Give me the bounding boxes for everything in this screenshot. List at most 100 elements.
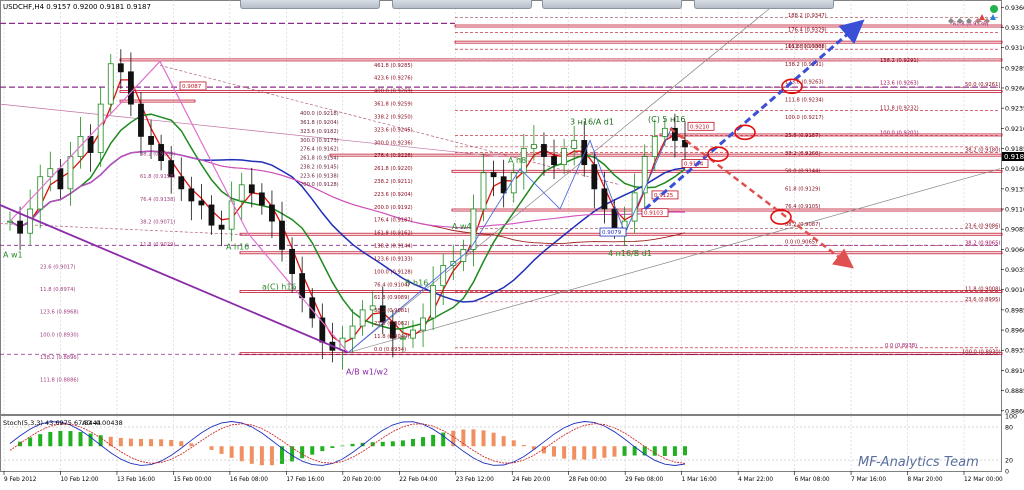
price-tick-label: 0.8985 bbox=[1005, 307, 1024, 314]
ao-bar bbox=[79, 432, 83, 446]
price-tick-label: 0.9010 bbox=[1005, 287, 1024, 294]
level-label: 11.8 (0.9029) bbox=[140, 242, 175, 248]
level-label: 38.2 (0.9089) bbox=[140, 152, 175, 158]
ao-bar bbox=[391, 441, 395, 446]
candle-body bbox=[290, 249, 295, 273]
level-label: 161.8 (0.9162) bbox=[374, 231, 413, 237]
ao-bar bbox=[68, 431, 72, 446]
level-label: 0.0 (0.8938) bbox=[885, 343, 917, 349]
candle-body bbox=[239, 185, 244, 201]
level-label: 276.4 (0.9226) bbox=[374, 153, 413, 159]
wave-label: A h16 bbox=[226, 242, 249, 251]
candle-body bbox=[481, 173, 486, 209]
level-label: 76.4 (0.9105) bbox=[785, 204, 820, 210]
price-box-label: 0.9103 bbox=[644, 211, 664, 217]
level-label: 11.8 (0.9040) bbox=[374, 334, 409, 340]
price-tick-label: 0.9160 bbox=[1005, 166, 1024, 173]
candle-body bbox=[28, 209, 33, 233]
price-tick-label: 0.9310 bbox=[1005, 45, 1024, 52]
ao-bar bbox=[381, 442, 385, 446]
level-label: 261.8 (0.9220) bbox=[374, 166, 413, 172]
level-label: 400.0 (0.9269) bbox=[374, 89, 413, 95]
ao-bar bbox=[179, 441, 183, 446]
level-label: 238.2 (0.9145) bbox=[300, 164, 339, 170]
level-label: 123.6 (0.9263) bbox=[880, 81, 919, 87]
candle-body bbox=[209, 205, 214, 225]
price-tick-label: 0.9085 bbox=[1005, 227, 1024, 234]
toolbar-tab[interactable] bbox=[240, 0, 380, 9]
ao-bar bbox=[300, 446, 304, 458]
time-tick-label: 23 Feb 12:00 bbox=[456, 477, 494, 483]
toolbar-tab[interactable] bbox=[392, 0, 532, 9]
level-label: 338.2 (0.9250) bbox=[374, 114, 413, 120]
price-tick-label: 0.9060 bbox=[1005, 247, 1024, 254]
ao-bar bbox=[38, 434, 42, 446]
ao-bar bbox=[320, 446, 324, 451]
toolbar-tab[interactable] bbox=[694, 0, 834, 9]
time-tick-label: 6 Mar 08:00 bbox=[795, 477, 830, 483]
ao-bar bbox=[220, 446, 224, 454]
toolbar-tab[interactable] bbox=[542, 0, 682, 9]
ao-bar bbox=[502, 436, 506, 446]
level-label: 100.0 (0.8930) bbox=[962, 349, 1001, 355]
price-box-label: 0.9210 bbox=[690, 124, 710, 130]
ao-bar bbox=[612, 446, 616, 456]
candle-body bbox=[552, 157, 557, 165]
level-label: 200.0 (0.9128) bbox=[300, 182, 339, 188]
ao-bar bbox=[189, 443, 193, 446]
ao-bar bbox=[149, 439, 153, 446]
level-label: 276.4 (0.9162) bbox=[300, 147, 339, 153]
time-tick-label: 10 Feb 12:00 bbox=[60, 477, 98, 483]
candle-body bbox=[531, 144, 536, 148]
candle-body bbox=[219, 225, 224, 229]
level-label: 0.0 (0.9065) bbox=[785, 240, 817, 246]
level-label: 138.2 (0.9144) bbox=[374, 244, 413, 250]
level-label: 23.6 (0.9062) bbox=[374, 321, 409, 327]
price-tick-label: 0.9260 bbox=[1005, 85, 1024, 92]
ao-bar bbox=[270, 446, 274, 465]
wave-label: A w1 bbox=[3, 250, 23, 259]
level-label: 323.6 (0.9245) bbox=[374, 127, 413, 133]
price-box-label: 0.9087 bbox=[182, 84, 202, 90]
candle-body bbox=[128, 72, 133, 104]
time-tick-label: 22 Feb 04:00 bbox=[399, 477, 437, 483]
time-tick-label: 13 Feb 16:00 bbox=[117, 477, 155, 483]
ao-bar bbox=[401, 440, 405, 446]
candle-body bbox=[98, 104, 103, 152]
time-tick-label: 15 Feb 00:00 bbox=[173, 477, 211, 483]
price-tick-label: 0.9035 bbox=[1005, 267, 1024, 274]
level-label: 11.8 (0.8974) bbox=[40, 287, 75, 293]
candle-body bbox=[350, 326, 355, 338]
candle-body bbox=[18, 221, 23, 233]
candle-body bbox=[441, 266, 446, 286]
level-label: 38.2 (0.9160) bbox=[785, 151, 820, 157]
level-label: 111.8 (0.9232) bbox=[880, 106, 919, 112]
candle-body bbox=[108, 64, 113, 104]
chart-window: A w1A h16a(C) h16A/B w1/w2A w4A h8B h163… bbox=[0, 0, 1024, 486]
level-label: 100.0 (0.8930) bbox=[40, 332, 79, 338]
ao-bar bbox=[240, 446, 244, 461]
level-label: 223.6 (0.9204) bbox=[374, 192, 413, 198]
ao-bar bbox=[159, 439, 163, 446]
ao-bar bbox=[572, 446, 576, 459]
price-tick-label: 0.9235 bbox=[1005, 106, 1024, 113]
level-label: 400.0 (0.9218) bbox=[300, 111, 339, 117]
candle-body bbox=[491, 173, 496, 177]
ao-bar bbox=[119, 438, 123, 446]
level-label: 11.8 (0.9008) bbox=[965, 286, 1000, 292]
price-tick-label: 0.9185 bbox=[1005, 146, 1024, 153]
level-label: 61.8 (0.9089) bbox=[374, 295, 409, 301]
level-label: 61.8 (0.9336) bbox=[953, 22, 988, 28]
price-tick-label: 0.8910 bbox=[1005, 368, 1024, 375]
ao-bar bbox=[310, 446, 314, 454]
price-chart[interactable]: A w1A h16a(C) h16A/B w1/w2A w4A h8B h163… bbox=[0, 0, 1024, 486]
ao-bar bbox=[663, 446, 667, 456]
indicator-label-ao: AO -0.00438 bbox=[82, 419, 123, 427]
time-tick-label: 9 Feb 2012 bbox=[4, 477, 37, 483]
candle-body bbox=[88, 136, 93, 152]
ao-bar bbox=[482, 430, 486, 446]
level-label: 100.0 (0.9201) bbox=[880, 131, 919, 137]
candle-body bbox=[501, 177, 506, 193]
candle-body bbox=[138, 104, 143, 136]
ao-bar bbox=[592, 446, 596, 459]
